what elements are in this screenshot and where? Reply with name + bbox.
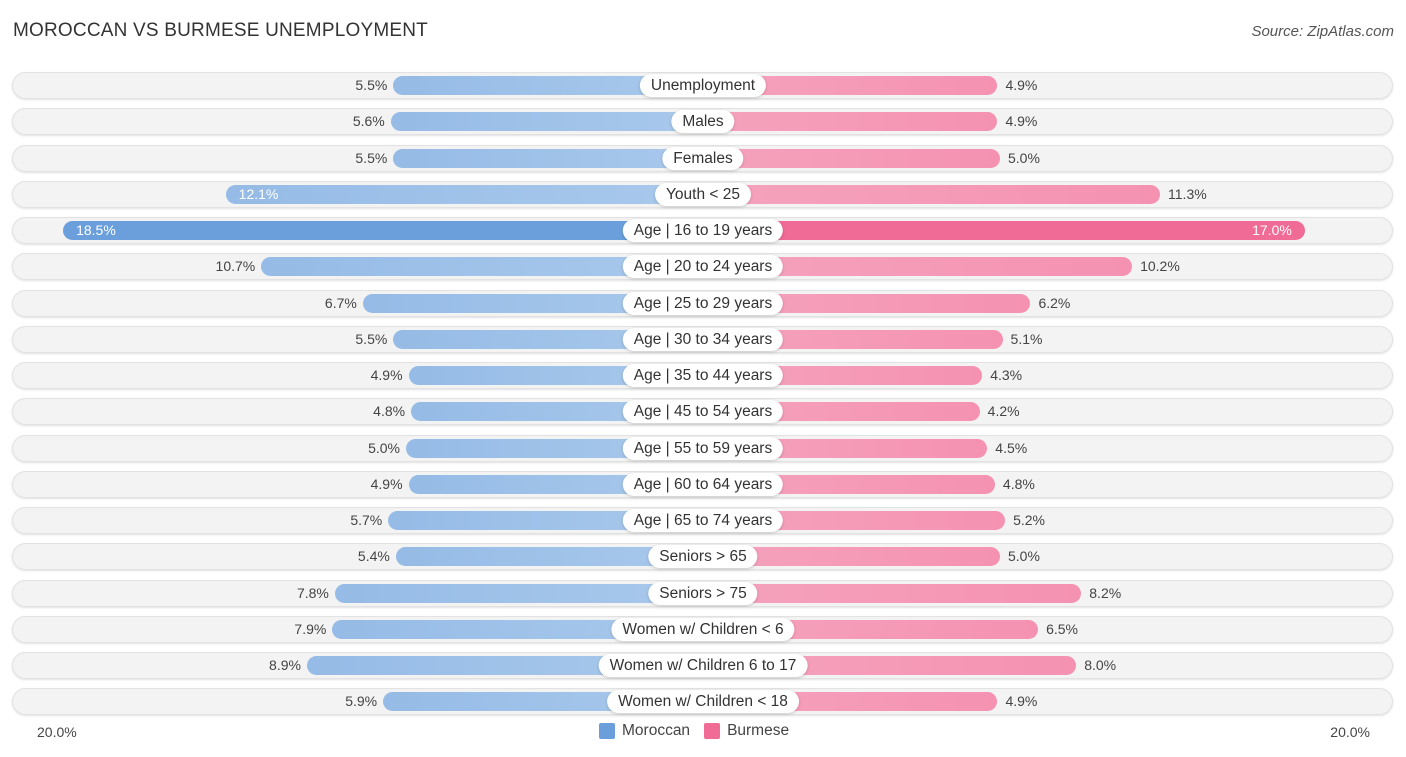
- bar-moroccan: [393, 148, 703, 168]
- category-label: Males: [671, 110, 735, 134]
- value-label-moroccan: 7.8%: [296, 584, 329, 601]
- value-label-moroccan: 4.9%: [370, 475, 403, 492]
- category-label: Seniors > 65: [648, 545, 758, 569]
- bar-burmese: [703, 221, 1305, 240]
- category-label: Age | 55 to 59 years: [622, 436, 784, 460]
- chart-plot-area: 5.5% 4.9% Unemployment 5.6% 4.9% Males 5.5% 5.0…: [0, 0, 1406, 757]
- category-label: Age | 30 to 34 years: [622, 327, 784, 351]
- value-label-burmese: 5.0%: [1008, 149, 1040, 166]
- value-label-moroccan: 5.6%: [352, 113, 385, 130]
- value-label-moroccan: 5.5%: [355, 330, 388, 347]
- legend-label-moroccan: Moroccan: [622, 722, 691, 739]
- category-label: Age | 25 to 29 years: [622, 291, 784, 315]
- category-label: Seniors > 75: [648, 581, 758, 605]
- legend-swatch-moroccan: [599, 723, 615, 739]
- category-label: Age | 45 to 54 years: [622, 400, 784, 424]
- value-label-burmese: 5.2%: [1013, 512, 1045, 528]
- bar-burmese: [703, 112, 998, 132]
- value-label-moroccan: 5.5%: [355, 77, 388, 93]
- bar-burmese: [703, 583, 1082, 603]
- category-label: Age | 16 to 19 years: [622, 219, 784, 242]
- value-label-burmese: 4.3%: [990, 367, 1023, 383]
- value-label-moroccan: 4.8%: [373, 403, 406, 420]
- value-label-burmese: 4.9%: [1005, 77, 1038, 93]
- value-label-burmese: 6.2%: [1038, 294, 1071, 311]
- category-label: Women w/ Children < 18: [607, 690, 799, 714]
- value-label-moroccan: 10.7%: [215, 258, 256, 275]
- axis-right-max-label: 20.0%: [1330, 724, 1370, 740]
- value-label-burmese: 4.9%: [1005, 693, 1038, 710]
- legend-item-moroccan: Moroccan: [599, 722, 690, 740]
- bar-burmese: [703, 184, 1161, 204]
- legend-swatch-burmese: [704, 723, 721, 739]
- value-label-moroccan: 5.7%: [350, 512, 383, 528]
- value-label-burmese: 5.1%: [1010, 330, 1043, 347]
- legend-label-burmese: Burmese: [727, 722, 790, 739]
- value-label-moroccan: 4.9%: [370, 367, 403, 383]
- value-label-moroccan: 6.7%: [324, 294, 357, 311]
- value-label-moroccan: 8.9%: [269, 657, 301, 673]
- value-label-burmese: 4.8%: [1002, 475, 1035, 492]
- category-label: Women w/ Children < 6: [611, 617, 795, 641]
- value-label-burmese: 4.9%: [1005, 113, 1038, 130]
- value-label-moroccan: 5.9%: [345, 693, 378, 710]
- value-label-burmese: 8.0%: [1084, 657, 1117, 673]
- bar-moroccan: [63, 221, 703, 240]
- value-label-burmese: 5.0%: [1008, 548, 1040, 565]
- value-label-burmese: 6.5%: [1046, 620, 1079, 637]
- category-label: Age | 65 to 74 years: [622, 509, 784, 532]
- axis-left-max-label: 20.0%: [37, 724, 77, 740]
- value-label-burmese: 8.2%: [1089, 584, 1122, 601]
- bar-burmese: [703, 148, 1000, 168]
- value-label-moroccan: 5.4%: [357, 548, 390, 565]
- value-label-moroccan: 18.5%: [76, 222, 116, 238]
- category-label: Age | 20 to 24 years: [622, 255, 784, 279]
- category-label: Unemployment: [639, 74, 767, 97]
- bar-moroccan: [225, 184, 703, 204]
- category-label: Females: [662, 146, 744, 170]
- value-label-moroccan: 5.5%: [355, 149, 388, 166]
- value-label-moroccan: 5.0%: [368, 439, 400, 456]
- value-label-burmese: 4.5%: [995, 439, 1028, 456]
- value-label-burmese: 17.0%: [1252, 222, 1292, 238]
- bar-moroccan: [390, 112, 703, 132]
- legend-item-burmese: Burmese: [704, 722, 789, 740]
- category-label: Youth < 25: [655, 182, 751, 206]
- category-label: Women w/ Children 6 to 17: [598, 654, 808, 677]
- category-label: Age | 35 to 44 years: [622, 364, 784, 387]
- legend: Moroccan Burmese: [599, 722, 803, 740]
- value-label-burmese: 4.2%: [987, 403, 1020, 420]
- value-label-burmese: 10.2%: [1140, 258, 1180, 275]
- value-label-moroccan: 7.9%: [294, 620, 327, 637]
- value-label-moroccan: 12.1%: [238, 185, 279, 202]
- value-label-burmese: 11.3%: [1168, 185, 1207, 202]
- category-label: Age | 60 to 64 years: [622, 472, 784, 496]
